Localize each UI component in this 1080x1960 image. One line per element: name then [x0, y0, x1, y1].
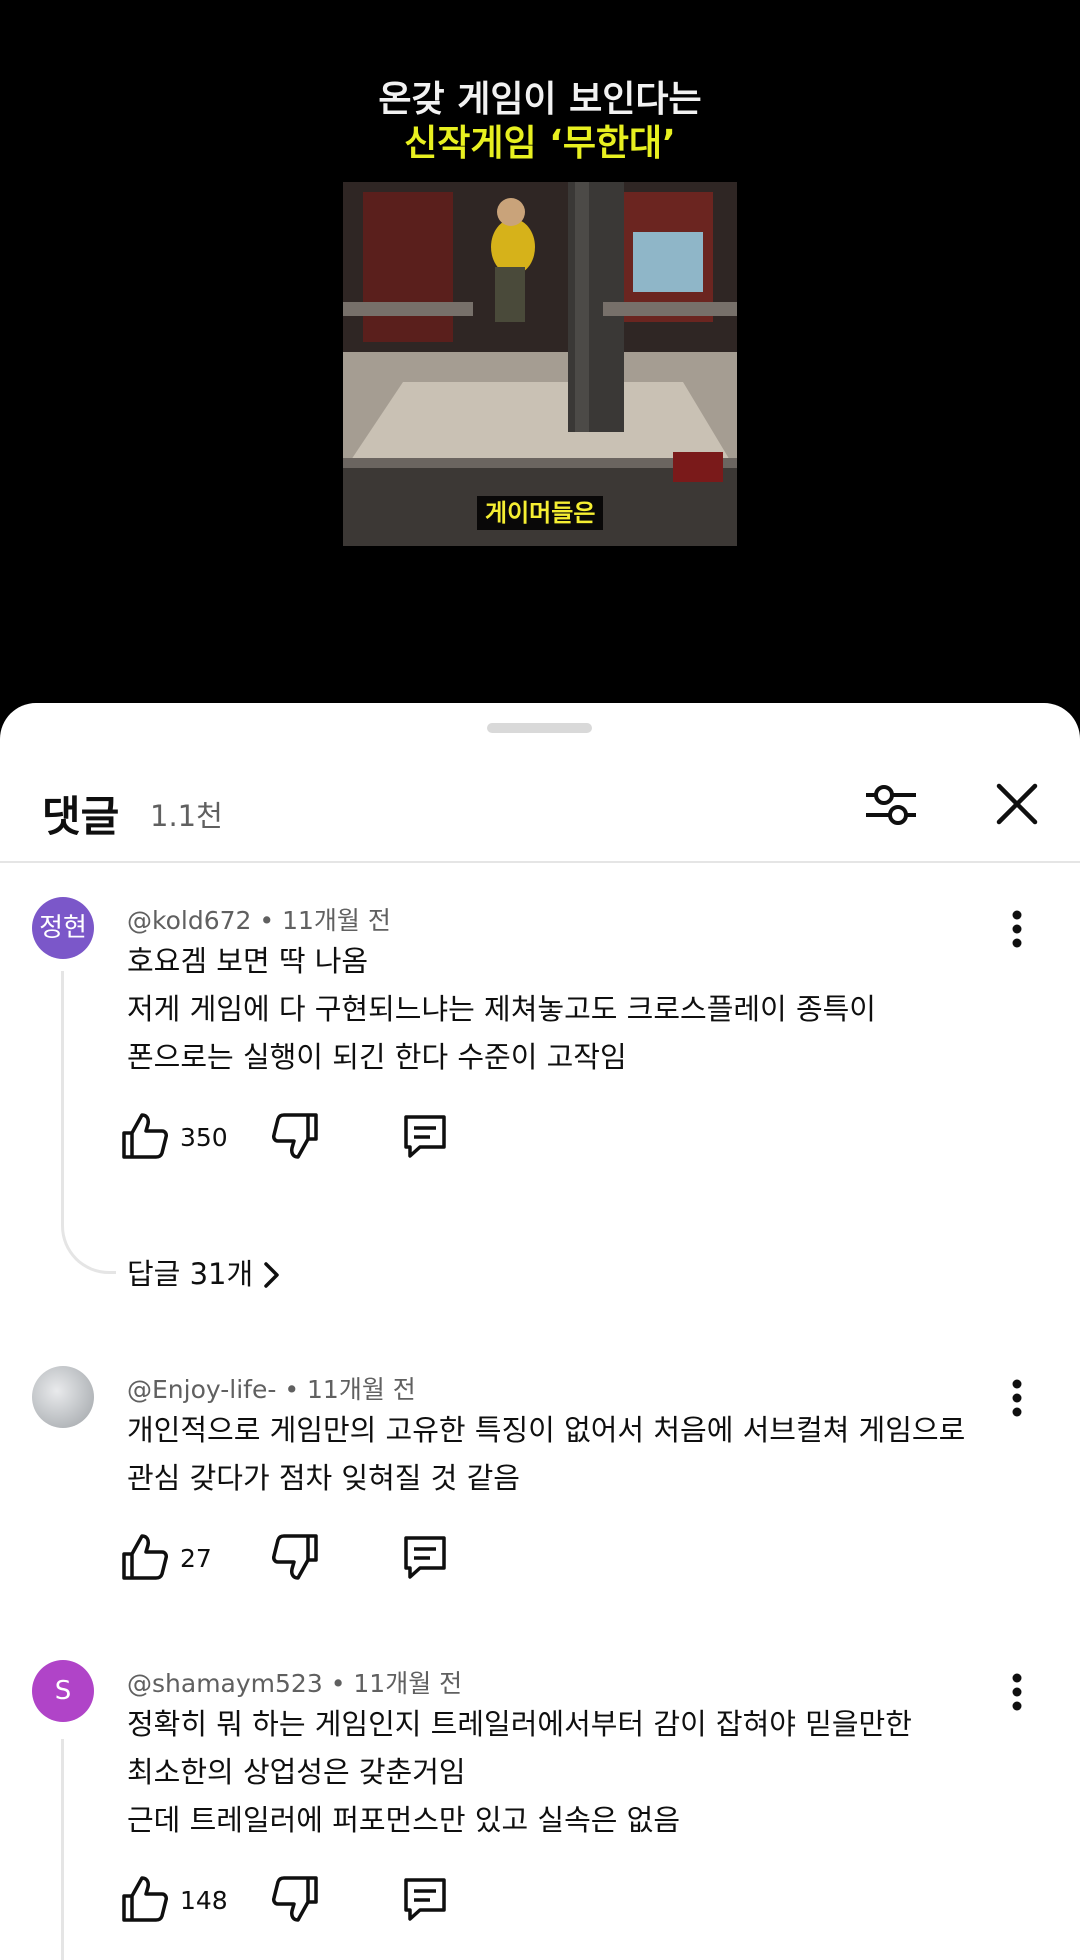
- close-icon[interactable]: [986, 773, 1048, 835]
- video-player[interactable]: 온갖 게임이 보인다는 신작게임 ‘무한대’ 게이머들은: [0, 0, 1080, 720]
- video-title-line2: 신작게임 ‘무한대’: [404, 123, 676, 164]
- comment-line: 최소한의 상업성은 갖춘거임: [127, 1755, 466, 1789]
- header-divider: [0, 861, 1080, 863]
- comment-time: 11개월 전: [282, 906, 391, 935]
- video-frame: 게이머들은: [343, 182, 737, 546]
- comment-item: S @shamaym523 • 11개월 전 정확히 뭐 하는 게임인지 트레일…: [0, 1660, 1080, 1960]
- reply-icon[interactable]: [400, 1874, 450, 1924]
- avatar[interactable]: 정현: [32, 897, 94, 959]
- comment-time: 11개월 전: [353, 1669, 463, 1698]
- comment-author[interactable]: @shamaym523: [127, 1669, 323, 1698]
- video-caption: 게이머들은: [477, 496, 604, 530]
- comment-item: 정현 @kold672 • 11개월 전 호요겜 보면 딱 나옴 저게 게임에 …: [0, 897, 1080, 1257]
- thread-line: [61, 1739, 116, 1960]
- comment-actions: 27: [120, 1532, 520, 1588]
- comment-line: 정확히 뭐 하는 게임인지 트레일러에서부터 감이 잡혀야 믿을만한: [127, 1707, 912, 1741]
- like-count: 148: [180, 1886, 228, 1915]
- comment-item: @Enjoy-life- • 11개월 전 개인적으로 게임만의 고유한 특징이…: [0, 1366, 1080, 1646]
- comment-actions: 350: [120, 1111, 520, 1167]
- comment-line: 폰으로는 실행이 되긴 한다 수준이 고작임: [127, 1040, 627, 1074]
- reply-icon[interactable]: [400, 1532, 450, 1582]
- replies-label: 답글 31개: [127, 1257, 254, 1291]
- comment-author[interactable]: @kold672: [127, 906, 251, 935]
- avatar[interactable]: [32, 1366, 94, 1428]
- dislike-icon[interactable]: [270, 1532, 320, 1582]
- like-icon[interactable]: [120, 1874, 170, 1924]
- meta-separator: •: [284, 1375, 308, 1404]
- comment-text: 정확히 뭐 하는 게임인지 트레일러에서부터 감이 잡혀야 믿을만한 최소한의 …: [127, 1700, 912, 1844]
- dislike-icon[interactable]: [270, 1111, 320, 1161]
- comment-line: 근데 트레일러에 퍼포먼스만 있고 실속은 없음: [127, 1803, 681, 1837]
- drag-handle[interactable]: [487, 723, 592, 733]
- thread-line: [61, 971, 116, 1274]
- like-icon[interactable]: [120, 1111, 170, 1161]
- dislike-icon[interactable]: [270, 1874, 320, 1924]
- reply-icon[interactable]: [400, 1111, 450, 1161]
- video-title-line1: 온갖 게임이 보인다는: [378, 79, 702, 120]
- filter-sliders-icon[interactable]: [860, 773, 922, 835]
- game-scene-image: [343, 182, 737, 546]
- more-options-icon[interactable]: [995, 1670, 1039, 1714]
- comment-actions: 148: [120, 1874, 520, 1930]
- more-options-icon[interactable]: [995, 1376, 1039, 1420]
- like-icon[interactable]: [120, 1532, 170, 1582]
- comment-line: 호요겜 보면 딱 나옴: [127, 944, 369, 978]
- meta-separator: •: [259, 906, 283, 935]
- chevron-right-icon: [264, 1262, 279, 1288]
- comment-meta: @Enjoy-life- • 11개월 전: [127, 1370, 416, 1406]
- comment-line: 관심 갖다가 점차 잊혀질 것 같음: [127, 1461, 520, 1495]
- comment-text: 호요겜 보면 딱 나옴 저게 게임에 다 구현되느냐는 제쳐놓고도 크로스플레이…: [127, 937, 876, 1081]
- comment-text: 개인적으로 게임만의 고유한 특징이 없어서 처음에 서브컬쳐 게임으로 관심 …: [127, 1406, 965, 1502]
- comment-meta: @shamaym523 • 11개월 전: [127, 1664, 462, 1700]
- more-options-icon[interactable]: [995, 907, 1039, 951]
- comments-count: 1.1천: [150, 799, 223, 833]
- comments-title: 댓글: [42, 792, 120, 841]
- like-count: 27: [180, 1544, 212, 1573]
- comment-time: 11개월 전: [307, 1375, 416, 1404]
- avatar[interactable]: S: [32, 1660, 94, 1722]
- comments-header: 댓글 1.1천: [0, 753, 1080, 863]
- comment-author[interactable]: @Enjoy-life-: [127, 1375, 276, 1404]
- comments-sheet: 댓글 1.1천 정현 @kold672 • 11개월 전 호요겜 보면 딱 나옴…: [0, 703, 1080, 1960]
- comment-line: 개인적으로 게임만의 고유한 특징이 없어서 처음에 서브컬쳐 게임으로: [127, 1413, 966, 1447]
- comment-line: 저게 게임에 다 구현되느냐는 제쳐놓고도 크로스플레이 종특이: [127, 992, 876, 1026]
- view-replies-button[interactable]: 답글 31개: [127, 1251, 283, 1293]
- like-count: 350: [180, 1123, 228, 1152]
- meta-separator: •: [330, 1669, 354, 1698]
- comment-meta: @kold672 • 11개월 전: [127, 901, 391, 937]
